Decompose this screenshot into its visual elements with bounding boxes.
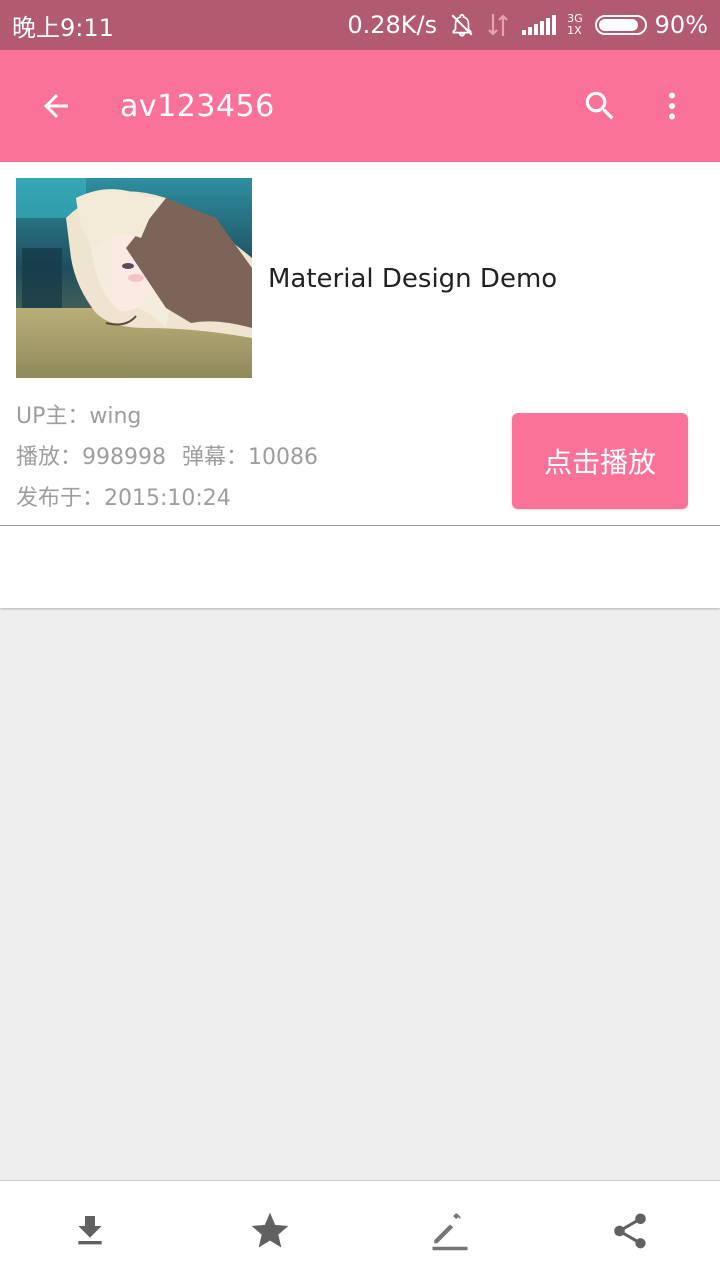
search-icon [585,91,614,120]
search-button[interactable] [564,70,636,142]
publish-date-label: 发布于：2015:10:24 [16,486,231,511]
comment-edit-button[interactable] [410,1191,490,1271]
app-bar-actions [564,70,708,142]
bottom-action-bar [0,1180,720,1280]
mute-notification-icon [449,12,475,38]
danmaku-count-label: 弹幕：10086 [181,445,318,470]
signal-strength-icon [521,13,559,37]
more-vert-icon [669,92,675,120]
video-title: Material Design Demo [268,264,558,294]
share-icon [614,1212,646,1248]
video-info-card: Material Design Demo UP主：wing 播放：998998 弹… [0,162,720,608]
download-icon [78,1215,102,1244]
more-options-button[interactable] [636,70,708,142]
page: 晚上9:11 0.28K/s 3G 1X 90% av123456 Materi… [0,0,720,1280]
uploader-label: UP主：wing [16,404,142,429]
app-bar: av123456 [0,50,720,162]
data-transfer-icon [487,12,509,38]
network-type: 3G 1X [567,13,583,37]
status-indicators: 0.28K/s 3G 1X 90% [347,11,708,39]
play-button[interactable]: 点击播放 [512,413,688,509]
thumbnail-image [16,178,252,378]
page-title: av123456 [120,88,275,124]
network-type-bottom: 1X [567,24,582,37]
edit-icon [432,1212,468,1250]
back-arrow-icon [44,94,68,118]
download-button[interactable] [50,1191,130,1271]
back-button[interactable] [20,70,92,142]
battery-fill [598,19,639,31]
star-icon [251,1212,289,1247]
battery-icon [594,15,647,35]
video-thumbnail[interactable] [16,178,252,378]
status-time: 晚上9:11 [12,13,114,42]
play-count-label: 播放：998998 [16,445,166,470]
divider [0,525,720,526]
status-bar: 晚上9:11 0.28K/s 3G 1X 90% [0,0,720,50]
battery-percent: 90% [654,11,708,39]
video-stats: 播放：998998 弹幕：10086 [16,439,318,471]
battery-indicator: 90% [594,11,708,39]
share-button[interactable] [590,1191,670,1271]
network-speed: 0.28K/s [347,11,438,39]
favorite-button[interactable] [230,1191,310,1271]
